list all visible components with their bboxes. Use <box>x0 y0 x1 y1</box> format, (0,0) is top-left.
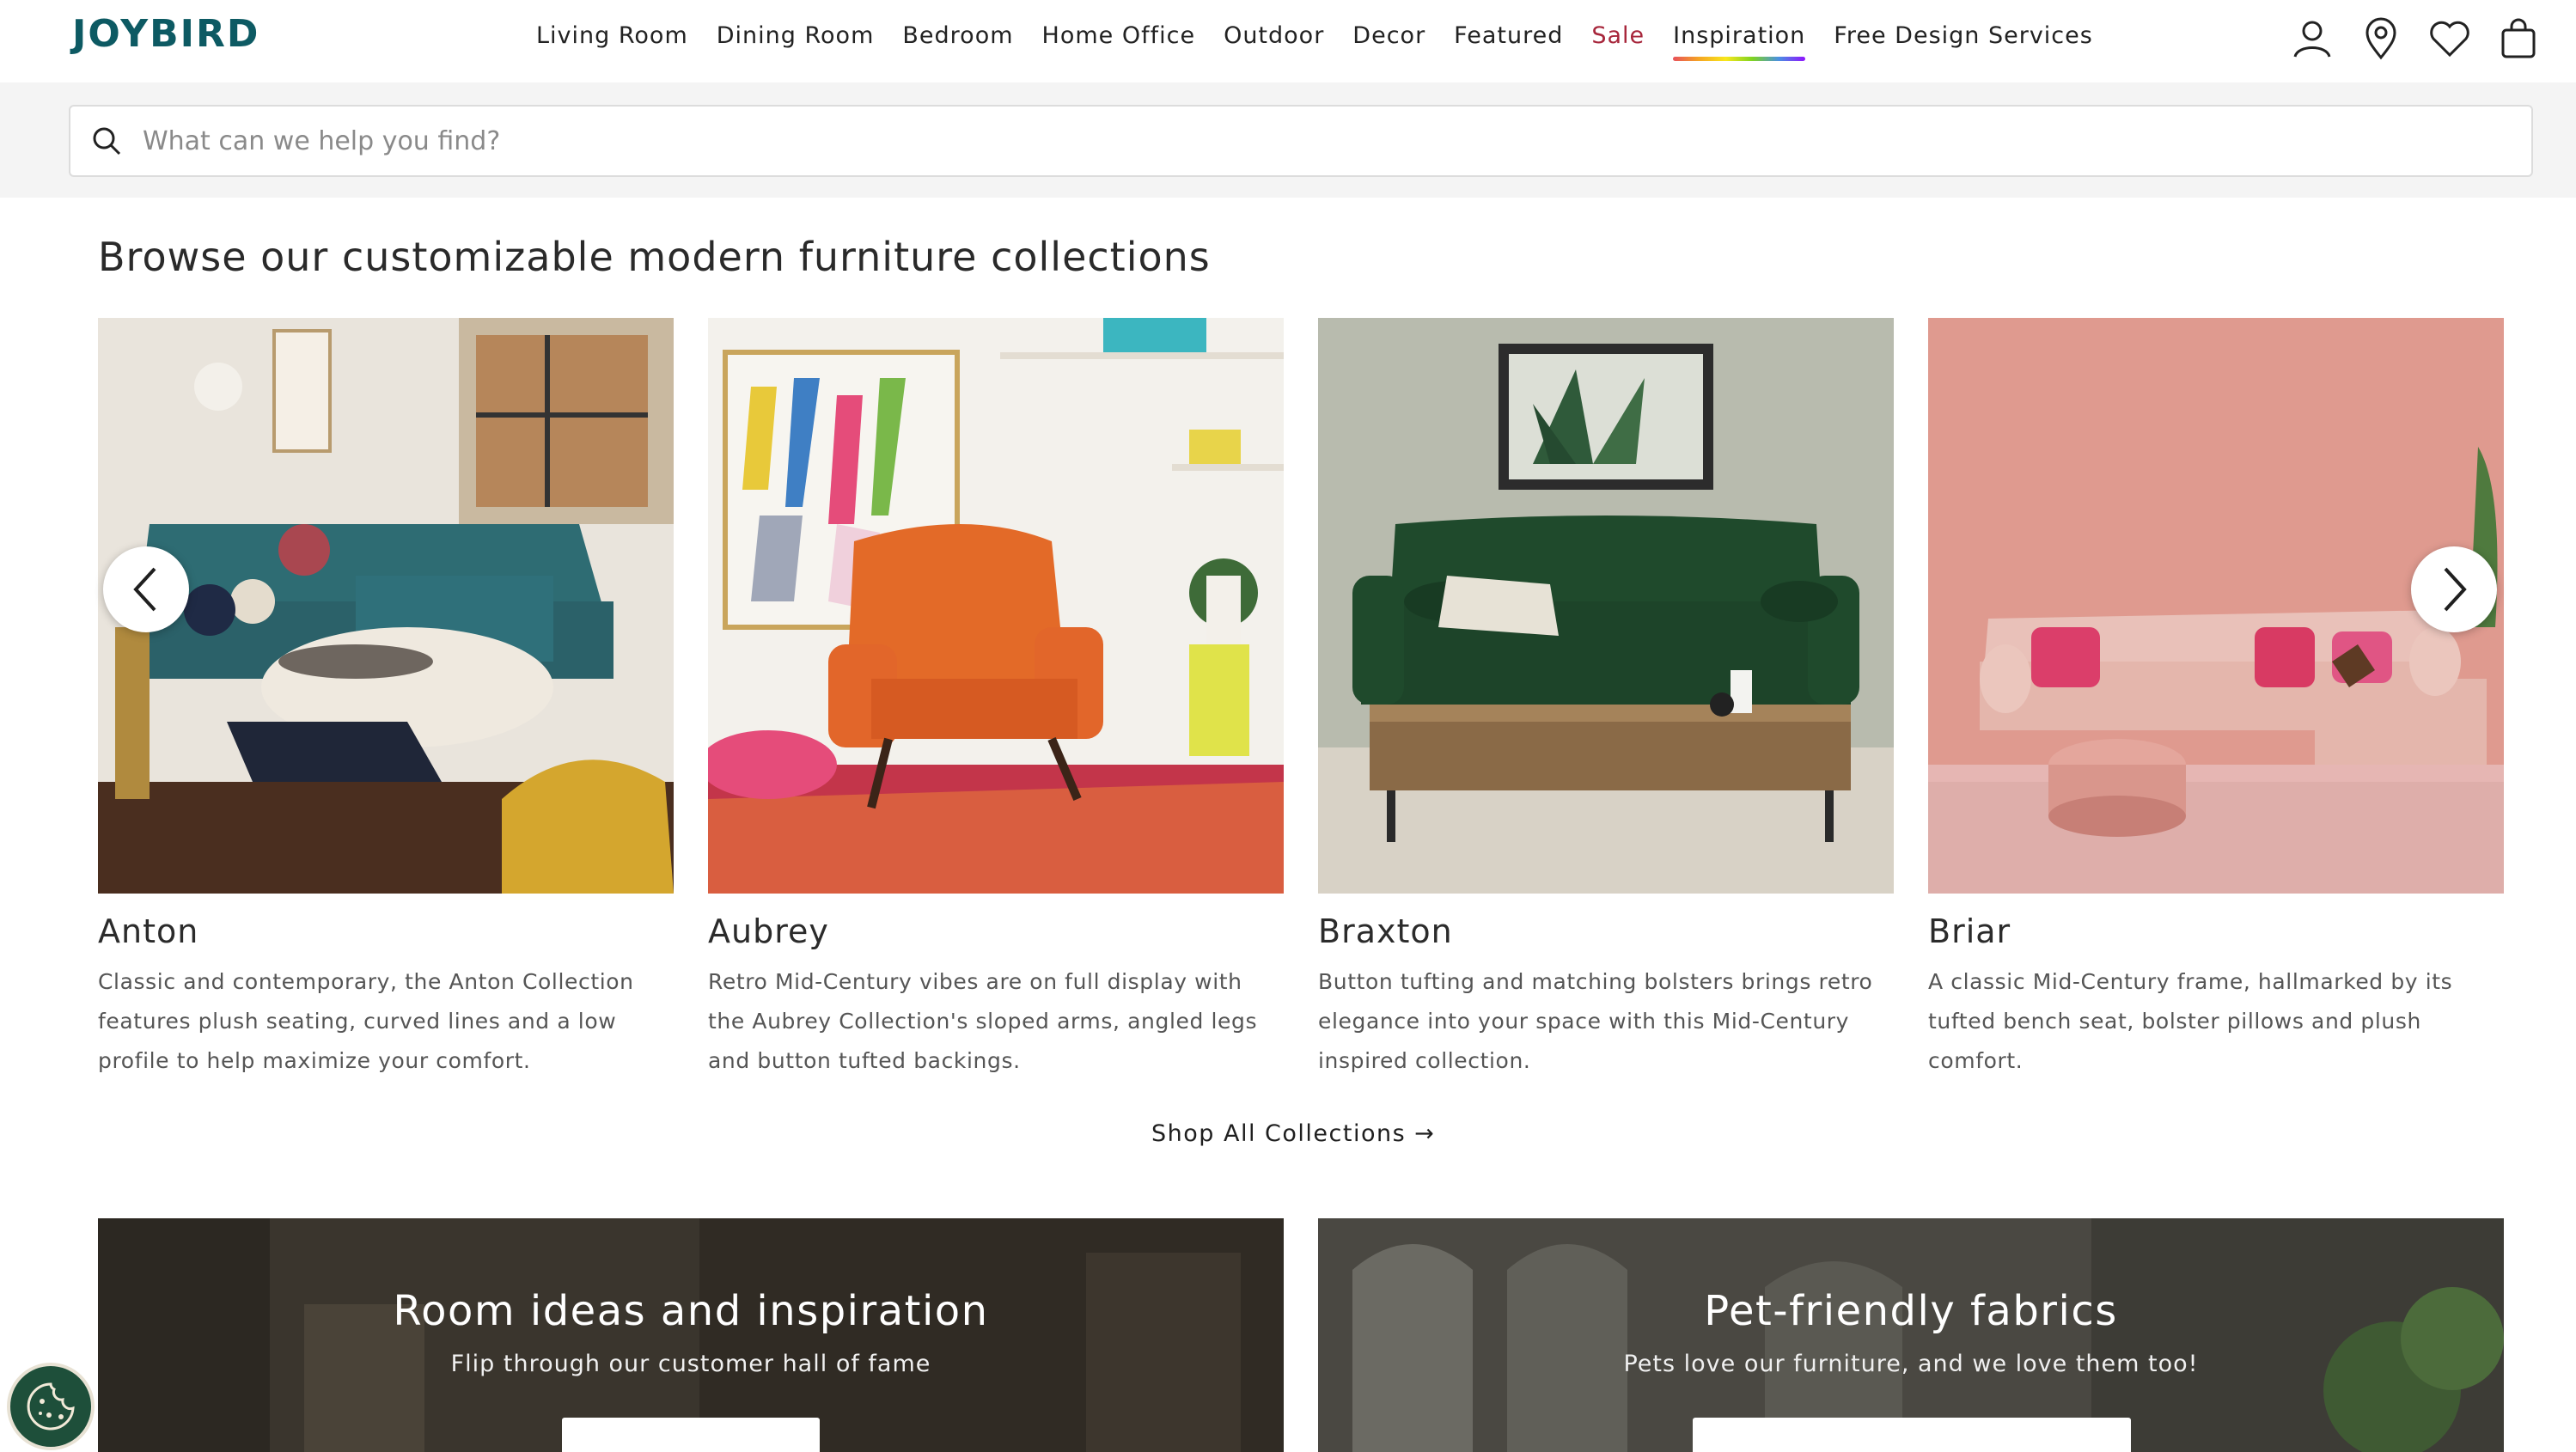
shop-all-collections-link[interactable]: Shop All Collections → <box>1151 1120 1435 1147</box>
search-input[interactable] <box>143 125 2463 156</box>
nav-free-design-services[interactable]: Free Design Services <box>1834 22 2093 49</box>
search-band <box>0 82 2576 198</box>
location-pin-icon[interactable] <box>2358 15 2404 62</box>
main-nav: Living Room Dining Room Bedroom Home Off… <box>536 22 2121 61</box>
collection-card-braxton[interactable]: Braxton Button tufting and matching bols… <box>1318 318 1894 1081</box>
collection-name[interactable]: Braxton <box>1318 912 1894 950</box>
collection-card-aubrey[interactable]: Aubrey Retro Mid-Century vibes are on fu… <box>708 318 1284 1081</box>
collection-name[interactable]: Aubrey <box>708 912 1284 950</box>
account-icon[interactable] <box>2289 15 2335 62</box>
aubrey-image[interactable] <box>708 318 1284 894</box>
section-title: Browse our customizable modern furniture… <box>98 234 1211 280</box>
collection-name[interactable]: Anton <box>98 912 674 950</box>
nav-living-room[interactable]: Living Room <box>536 22 688 49</box>
collection-description: A classic Mid-Century frame, hallmarked … <box>1928 969 2453 1073</box>
promo-subtitle: Pets love our furniture, and we love the… <box>1623 1351 2199 1377</box>
room-ideas-cta-button[interactable] <box>562 1418 820 1452</box>
chevron-right-icon <box>2444 567 2467 612</box>
cookie-icon <box>27 1382 75 1431</box>
search-icon <box>89 124 124 158</box>
shop-all-label: Shop All Collections <box>1151 1120 1407 1147</box>
heart-icon[interactable] <box>2426 15 2473 62</box>
collection-card-anton[interactable]: Anton Classic and contemporary, the Anto… <box>98 318 674 1081</box>
site-header: JOYBIRD Living Room Dining Room Bedroom … <box>0 0 2576 82</box>
nav-sale[interactable]: Sale <box>1591 22 1645 49</box>
carousel-next-button[interactable] <box>2411 546 2497 632</box>
nav-outdoor[interactable]: Outdoor <box>1224 22 1324 49</box>
nav-home-office[interactable]: Home Office <box>1042 22 1196 49</box>
collection-name[interactable]: Briar <box>1928 912 2504 950</box>
joybird-logo[interactable]: JOYBIRD <box>72 12 259 56</box>
chevron-left-icon <box>133 567 156 612</box>
collection-description: Button tufting and matching bolsters bri… <box>1318 969 1873 1073</box>
nav-inspiration[interactable]: Inspiration <box>1673 22 1806 61</box>
collection-description: Classic and contemporary, the Anton Coll… <box>98 969 634 1073</box>
header-icons <box>2289 15 2564 62</box>
pet-friendly-cta-button[interactable] <box>1693 1418 2131 1452</box>
collections-carousel: Anton Classic and contemporary, the Anto… <box>98 318 2504 1091</box>
nav-featured[interactable]: Featured <box>1454 22 1563 49</box>
collection-description: Retro Mid-Century vibes are on full disp… <box>708 969 1258 1073</box>
carousel-prev-button[interactable] <box>103 546 189 632</box>
braxton-image[interactable] <box>1318 318 1894 894</box>
promo-room-ideas[interactable]: Room ideas and inspiration Flip through … <box>98 1218 1284 1452</box>
search-box[interactable] <box>69 105 2533 177</box>
promo-title: Room ideas and inspiration <box>393 1287 989 1335</box>
shopping-bag-icon[interactable] <box>2495 15 2542 62</box>
nav-bedroom[interactable]: Bedroom <box>902 22 1013 49</box>
promo-pet-friendly[interactable]: Pet-friendly fabrics Pets love our furni… <box>1318 1218 2504 1452</box>
promo-title: Pet-friendly fabrics <box>1704 1287 2118 1335</box>
nav-dining-room[interactable]: Dining Room <box>717 22 875 49</box>
promo-subtitle: Flip through our customer hall of fame <box>450 1351 931 1377</box>
nav-decor[interactable]: Decor <box>1352 22 1425 49</box>
arrow-right-icon: → <box>1414 1120 1436 1147</box>
collection-card-briar[interactable]: Briar A classic Mid-Century frame, hallm… <box>1928 318 2504 1081</box>
cookie-settings-button[interactable] <box>7 1363 95 1450</box>
